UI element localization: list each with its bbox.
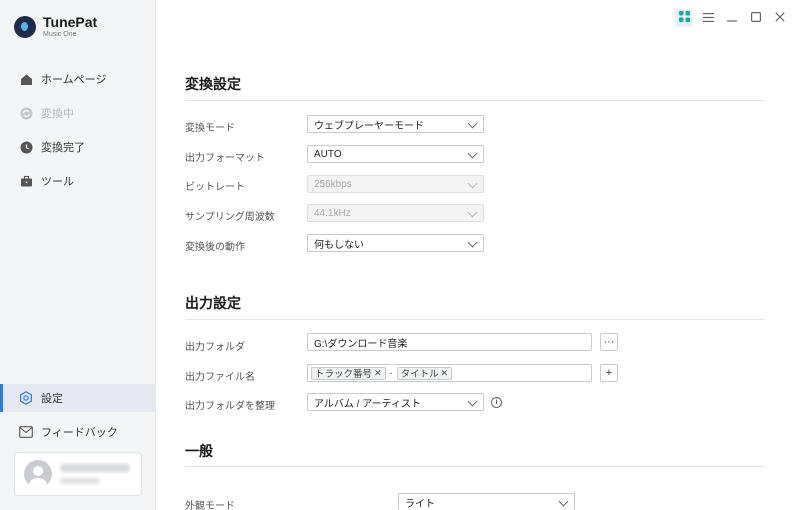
close-icon[interactable]: ✕ <box>374 368 382 379</box>
close-button[interactable] <box>771 9 789 27</box>
minimize-icon <box>727 11 737 25</box>
sidebar-item-label: 変換中 <box>41 108 74 120</box>
general-settings-title: 一般 <box>185 443 213 459</box>
sample-rate-value: 44.1kHz <box>314 207 351 219</box>
output-settings-title: 出力設定 <box>185 295 241 311</box>
home-icon <box>19 72 33 86</box>
add-filename-tag-button[interactable]: + <box>600 364 618 382</box>
grid-icon <box>678 11 690 25</box>
divider <box>185 319 765 320</box>
avatar <box>24 460 52 488</box>
close-icon <box>775 11 785 25</box>
sample-rate-select: 44.1kHz <box>307 204 484 222</box>
sidebar-item-tools[interactable]: ツール <box>0 167 156 195</box>
filename-tag-track-number[interactable]: トラック番号 ✕ <box>311 366 386 380</box>
chevron-down-icon <box>467 207 478 218</box>
output-format-value: AUTO <box>314 148 342 160</box>
user-info-redacted <box>60 464 130 484</box>
organize-folder-value: アルバム / アーティスト <box>314 398 422 410</box>
appearance-mode-value: ライト <box>405 498 435 510</box>
sidebar-item-home[interactable]: ホームページ <box>0 65 156 93</box>
conversion-settings-title: 変換設定 <box>185 76 241 92</box>
tunepat-logo-icon <box>14 16 36 38</box>
gear-icon <box>19 391 33 405</box>
after-conversion-label: 変換後の動作 <box>185 242 245 253</box>
chevron-down-icon <box>467 178 478 189</box>
sidebar-item-label: 設定 <box>41 393 63 405</box>
sidebar: TunePat Music One ホームページ 変換中 変換完了 ツール 設定 <box>0 0 156 510</box>
after-conversion-value: 何もしない <box>314 239 364 251</box>
info-icon[interactable]: i <box>491 397 502 408</box>
maximize-button[interactable] <box>747 9 765 27</box>
close-icon[interactable]: ✕ <box>441 368 449 379</box>
output-folder-input[interactable]: G:\ダウンロード音楽 <box>307 333 592 351</box>
filename-separator: - <box>389 368 393 378</box>
toolbox-icon <box>19 174 33 188</box>
clock-icon <box>19 140 33 154</box>
sidebar-item-label: ツール <box>41 176 74 188</box>
sidebar-item-label: 変換完了 <box>41 142 85 154</box>
sidebar-item-label: フィードバック <box>41 427 118 439</box>
output-filename-label: 出力ファイル名 <box>185 372 255 383</box>
bitrate-value: 256kbps <box>314 178 352 190</box>
app-logo: TunePat Music One <box>14 15 97 39</box>
conversion-mode-label: 変換モード <box>185 123 235 134</box>
menu-button[interactable] <box>699 9 717 27</box>
organize-folder-label: 出力フォルダを整理 <box>185 401 275 412</box>
mail-icon <box>19 425 33 439</box>
minimize-button[interactable] <box>723 9 741 27</box>
bitrate-select: 256kbps <box>307 175 484 193</box>
sidebar-item-settings[interactable]: 設定 <box>0 384 156 412</box>
app-name: TunePat <box>43 14 98 30</box>
organize-folder-select[interactable]: アルバム / アーティスト <box>307 393 484 411</box>
output-folder-value: G:\ダウンロード音楽 <box>314 338 408 350</box>
conversion-mode-value: ウェブプレーヤーモード <box>314 120 424 132</box>
app-subtitle: Music One <box>43 31 77 38</box>
plus-icon: + <box>605 367 613 379</box>
sidebar-item-converting[interactable]: 変換中 <box>0 99 156 127</box>
after-conversion-select[interactable]: 何もしない <box>307 234 484 252</box>
divider <box>185 100 765 101</box>
chevron-down-icon <box>467 396 478 407</box>
bitrate-label: ビットレート <box>185 182 245 193</box>
divider <box>185 466 765 467</box>
sidebar-item-converted[interactable]: 変換完了 <box>0 133 156 161</box>
appearance-mode-label: 外観モード <box>185 501 235 510</box>
chevron-down-icon <box>467 118 478 129</box>
conversion-mode-select[interactable]: ウェブプレーヤーモード <box>307 115 484 133</box>
output-folder-label: 出力フォルダ <box>185 342 245 353</box>
filename-tag-title[interactable]: タイトル ✕ <box>396 366 453 380</box>
output-filename-field[interactable]: トラック番号 ✕ - タイトル ✕ <box>307 364 592 382</box>
more-icon: ··· <box>603 336 615 348</box>
sidebar-item-label: ホームページ <box>41 74 107 86</box>
sync-icon <box>19 106 33 120</box>
user-account-card[interactable] <box>14 452 142 496</box>
chevron-down-icon <box>467 148 478 159</box>
appearance-mode-select[interactable]: ライト <box>398 493 575 510</box>
chevron-down-icon <box>467 237 478 248</box>
hamburger-icon <box>702 11 714 25</box>
sidebar-item-feedback[interactable]: フィードバック <box>0 418 156 446</box>
maximize-icon <box>751 11 762 25</box>
output-format-select[interactable]: AUTO <box>307 145 484 163</box>
browse-folder-button[interactable]: ··· <box>600 333 618 351</box>
apps-grid-button[interactable] <box>675 9 693 27</box>
output-format-label: 出力フォーマット <box>185 153 265 164</box>
chevron-down-icon <box>558 496 569 507</box>
sample-rate-label: サンプリング周波数 <box>185 212 275 223</box>
